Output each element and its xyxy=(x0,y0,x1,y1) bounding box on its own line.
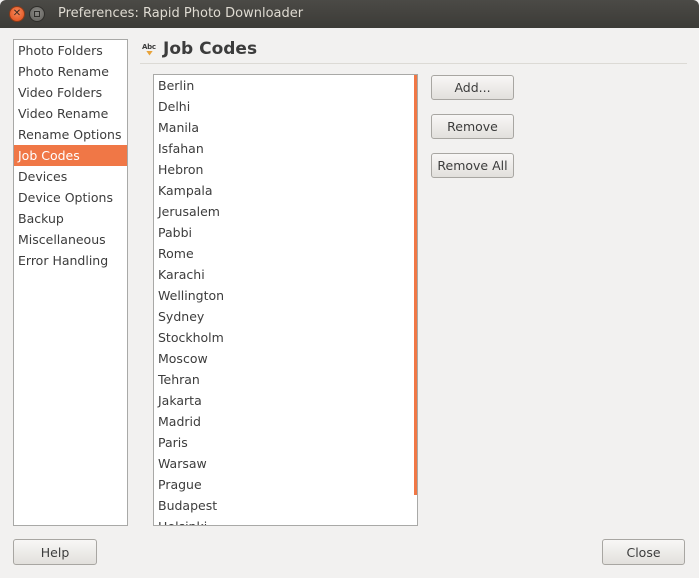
list-item[interactable]: Jakarta xyxy=(154,390,417,411)
list-item[interactable]: Prague xyxy=(154,474,417,495)
window-title: Preferences: Rapid Photo Downloader xyxy=(58,6,304,21)
preferences-sidebar: Photo Folders Photo Rename Video Folders… xyxy=(13,39,128,526)
sidebar-item-rename-options[interactable]: Rename Options xyxy=(14,124,127,145)
remove-all-button[interactable]: Remove All xyxy=(431,153,514,178)
list-item[interactable]: Madrid xyxy=(154,411,417,432)
maximize-icon xyxy=(34,11,40,17)
list-item[interactable]: Paris xyxy=(154,432,417,453)
list-item[interactable]: Sydney xyxy=(154,306,417,327)
close-icon: ✕ xyxy=(12,8,22,19)
scrollbar[interactable] xyxy=(414,75,417,495)
window-maximize-button[interactable] xyxy=(29,6,45,22)
header-divider xyxy=(140,63,687,64)
sidebar-item-device-options[interactable]: Device Options xyxy=(14,187,127,208)
list-item[interactable]: Isfahan xyxy=(154,138,417,159)
list-item[interactable]: Warsaw xyxy=(154,453,417,474)
section-header: Abc Job Codes xyxy=(142,39,257,59)
help-button[interactable]: Help xyxy=(13,539,97,565)
sidebar-item-error-handling[interactable]: Error Handling xyxy=(14,250,127,271)
list-item[interactable]: Manila xyxy=(154,117,417,138)
job-codes-list[interactable]: Berlin Delhi Manila Isfahan Hebron Kampa… xyxy=(153,74,418,526)
sidebar-item-devices[interactable]: Devices xyxy=(14,166,127,187)
list-item[interactable]: Delhi xyxy=(154,96,417,117)
add-button[interactable]: Add... xyxy=(431,75,514,100)
list-item[interactable]: Rome xyxy=(154,243,417,264)
page-title: Job Codes xyxy=(163,39,258,59)
list-item[interactable]: Budapest xyxy=(154,495,417,516)
sidebar-item-photo-rename[interactable]: Photo Rename xyxy=(14,61,127,82)
sidebar-item-backup[interactable]: Backup xyxy=(14,208,127,229)
sidebar-item-miscellaneous[interactable]: Miscellaneous xyxy=(14,229,127,250)
sidebar-item-job-codes[interactable]: Job Codes xyxy=(14,145,127,166)
remove-button[interactable]: Remove xyxy=(431,114,514,139)
list-item[interactable]: Karachi xyxy=(154,264,417,285)
list-item[interactable]: Kampala xyxy=(154,180,417,201)
list-item[interactable]: Moscow xyxy=(154,348,417,369)
sidebar-item-video-rename[interactable]: Video Rename xyxy=(14,103,127,124)
close-button[interactable]: Close xyxy=(602,539,685,565)
sidebar-item-video-folders[interactable]: Video Folders xyxy=(14,82,127,103)
list-item[interactable]: Tehran xyxy=(154,369,417,390)
list-item[interactable]: Hebron xyxy=(154,159,417,180)
list-item[interactable]: Stockholm xyxy=(154,327,417,348)
window-close-button[interactable]: ✕ xyxy=(9,6,25,22)
list-item[interactable]: Wellington xyxy=(154,285,417,306)
list-item[interactable]: Berlin xyxy=(154,75,417,96)
list-item[interactable]: Pabbi xyxy=(154,222,417,243)
sidebar-item-photo-folders[interactable]: Photo Folders xyxy=(14,40,127,61)
abc-pencil-icon: Abc xyxy=(142,42,157,57)
title-bar: ✕ Preferences: Rapid Photo Downloader xyxy=(0,0,699,28)
list-item[interactable]: Jerusalem xyxy=(154,201,417,222)
list-item[interactable]: Helsinki xyxy=(154,516,417,525)
